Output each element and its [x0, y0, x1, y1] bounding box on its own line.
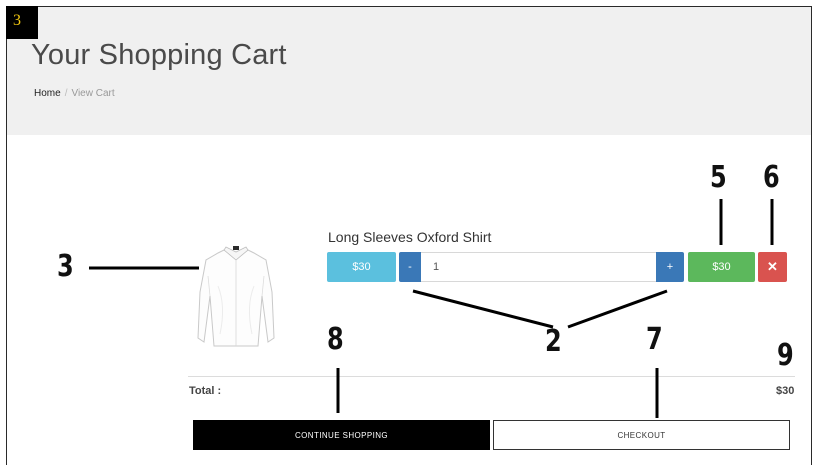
checkout-button[interactable]: CHECKOUT	[493, 420, 790, 450]
annotation-number-image: 3	[57, 249, 74, 284]
total-value: $30	[776, 385, 795, 397]
continue-shopping-button[interactable]: CONTINUE SHOPPING	[193, 420, 490, 450]
annotation-number-remove: 6	[763, 160, 780, 195]
product-name: Long Sleeves Oxford Shirt	[328, 229, 492, 245]
annotation-number-subtotal: 5	[710, 160, 727, 195]
quantity-input[interactable]	[421, 252, 656, 282]
quantity-decrease-button[interactable]: -	[399, 252, 421, 282]
total-divider	[188, 376, 795, 377]
annotation-number-quantity: 2	[545, 324, 562, 359]
item-subtotal-button[interactable]: $30	[688, 252, 755, 282]
total-label: Total :	[189, 385, 222, 397]
close-icon: ✕	[767, 259, 778, 274]
breadcrumb: Home / View Cart	[34, 88, 115, 99]
annotation-number-total: 9	[777, 338, 794, 373]
annotation-number-checkout: 7	[646, 322, 663, 357]
annotation-number-continue: 8	[327, 322, 344, 357]
breadcrumb-home-link[interactable]: Home	[34, 88, 61, 99]
breadcrumb-current: View Cart	[71, 88, 115, 99]
page-title: Your Shopping Cart	[31, 39, 287, 71]
quantity-increase-button[interactable]: +	[656, 252, 684, 282]
remove-item-button[interactable]: ✕	[758, 252, 787, 282]
unit-price-button[interactable]: $30	[327, 252, 396, 282]
page-header: Your Shopping Cart Home / View Cart	[7, 7, 811, 135]
step-number-badge: 3	[6, 6, 38, 39]
breadcrumb-separator: /	[64, 88, 68, 99]
product-image	[197, 246, 275, 347]
